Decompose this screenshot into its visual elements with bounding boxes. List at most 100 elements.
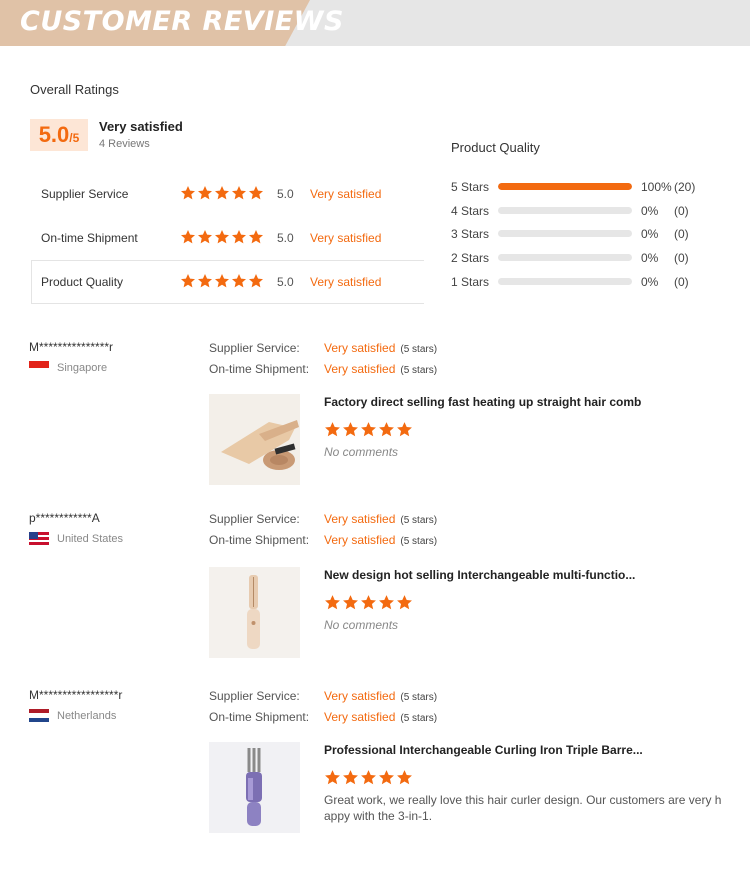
rating-row-supplier-service[interactable]: Supplier Service 5.0 Very satisfied <box>31 172 424 216</box>
reviewer-country-name: Singapore <box>57 361 108 374</box>
overall-score-badge: 5.0 /5 <box>30 119 88 151</box>
shipment-stars: (5 stars) <box>400 536 438 547</box>
supplier-service-rating: Supplier Service: Very satisfied (5 stars) <box>209 341 437 355</box>
star-icon <box>181 230 195 244</box>
star-distribution-row[interactable]: 1 Stars 0% (0) <box>451 272 731 296</box>
review-comment: No comments <box>324 618 399 632</box>
overall-score-max: /5 <box>69 131 80 145</box>
review-card: M*****************r Netherlands Supplier… <box>0 688 750 858</box>
supplier-service-label: Supplier Service: <box>209 512 300 526</box>
supplier-service-stars: (5 stars) <box>400 692 438 703</box>
netherlands-flag-icon <box>29 709 49 722</box>
star-icon <box>325 422 340 437</box>
rating-row-score: 5.0 <box>277 187 294 201</box>
supplier-service-stars: (5 stars) <box>400 344 438 355</box>
star-icon <box>325 595 340 610</box>
banner-title: CUSTOMER REVIEWS <box>20 6 344 37</box>
star-icon <box>325 770 340 785</box>
rating-row-on-time-shipment[interactable]: On-time Shipment 5.0 Very satisfied <box>31 216 424 260</box>
star-icon <box>343 770 358 785</box>
product-quality-title: Product Quality <box>451 140 540 155</box>
star-icon <box>379 422 394 437</box>
curling-wand-product-image[interactable] <box>209 567 300 658</box>
united-states-flag-icon <box>29 532 49 545</box>
review-product-title[interactable]: Professional Interchangeable Curling Iro… <box>324 743 643 757</box>
rating-row-label: Product Quality <box>41 275 124 289</box>
review-product-title[interactable]: Factory direct selling fast heating up s… <box>324 395 641 409</box>
reviewer-country-name: United States <box>57 532 124 545</box>
reviewer-name: p************A <box>29 511 100 525</box>
shipment-value: Very satisfied <box>324 362 396 376</box>
star-distribution: 5 Stars 100% (20) 4 Stars 0% (0) 3 Stars… <box>451 177 731 295</box>
rating-row-score: 5.0 <box>277 231 294 245</box>
rating-row-product-quality[interactable]: Product Quality 5.0 Very satisfied <box>31 260 424 304</box>
star-distribution-row[interactable]: 4 Stars 0% (0) <box>451 201 731 225</box>
distribution-bar-track <box>498 183 632 190</box>
star-icon <box>232 274 246 288</box>
overall-satisfaction: Very satisfied <box>99 119 183 134</box>
reviews-banner: CUSTOMER REVIEWS <box>0 0 750 46</box>
shipment-label: On-time Shipment: <box>209 710 310 724</box>
shipment-value: Very satisfied <box>324 710 396 724</box>
star-icon <box>343 595 358 610</box>
star-icon <box>361 595 376 610</box>
star-distribution-row[interactable]: 5 Stars 100% (20) <box>451 177 731 201</box>
star-icon <box>198 274 212 288</box>
shipment-rating: On-time Shipment: Very satisfied (5 stars) <box>209 710 437 724</box>
review-card: M***************r Singapore Supplier Ser… <box>0 340 750 510</box>
supplier-service-stars: (5 stars) <box>400 515 438 526</box>
star-icon <box>249 274 263 288</box>
rating-row-satisfaction: Very satisfied <box>310 231 382 245</box>
star-icon <box>198 230 212 244</box>
star-icon <box>181 186 195 200</box>
star-level-label: 4 Stars <box>451 203 490 218</box>
star-icon <box>215 230 229 244</box>
star-distribution-row[interactable]: 2 Stars 0% (0) <box>451 248 731 272</box>
star-icon <box>181 274 195 288</box>
hair-comb-product-image[interactable] <box>209 394 300 485</box>
reviews-count[interactable]: 4 Reviews <box>99 138 150 150</box>
star-icon <box>232 186 246 200</box>
rating-stars <box>180 185 264 201</box>
star-icon <box>397 595 412 610</box>
star-distribution-row[interactable]: 3 Stars 0% (0) <box>451 224 731 248</box>
rating-stars <box>180 229 264 245</box>
rating-row-satisfaction: Very satisfied <box>310 187 382 201</box>
supplier-service-value: Very satisfied <box>324 512 396 526</box>
rating-row-label: Supplier Service <box>41 187 129 201</box>
supplier-service-value: Very satisfied <box>324 689 396 703</box>
rating-stars <box>180 273 264 289</box>
star-level-count: (0) <box>674 227 689 242</box>
shipment-rating: On-time Shipment: Very satisfied (5 stars) <box>209 533 437 547</box>
star-level-count: (20) <box>674 180 696 194</box>
star-level-count: (0) <box>674 251 689 266</box>
star-level-percent: 0% <box>641 203 659 218</box>
singapore-flag-icon <box>29 361 49 374</box>
distribution-bar-track <box>498 206 632 214</box>
star-icon <box>249 230 263 244</box>
star-icon <box>379 595 394 610</box>
star-icon <box>198 186 212 200</box>
triple-barrel-curler-product-image[interactable] <box>209 742 300 833</box>
review-product-title[interactable]: New design hot selling Interchangeable m… <box>324 568 635 582</box>
star-level-percent: 0% <box>641 274 659 289</box>
supplier-service-rating: Supplier Service: Very satisfied (5 stars) <box>209 689 437 703</box>
star-level-label: 5 Stars <box>451 180 490 194</box>
star-level-percent: 0% <box>641 227 659 242</box>
star-icon <box>249 186 263 200</box>
review-comment: No comments <box>324 445 399 459</box>
star-icon <box>361 422 376 437</box>
shipment-label: On-time Shipment: <box>209 362 310 376</box>
reviewer-country: United States <box>29 532 123 545</box>
star-level-label: 2 Stars <box>451 251 490 266</box>
star-icon <box>361 770 376 785</box>
shipment-stars: (5 stars) <box>400 713 438 724</box>
reviewer-country-name: Netherlands <box>57 709 117 722</box>
distribution-bar-track <box>498 230 632 238</box>
review-stars <box>324 421 413 438</box>
curling-wand-illustration <box>209 567 300 658</box>
rating-row-label: On-time Shipment <box>41 231 138 245</box>
star-icon <box>397 770 412 785</box>
star-level-label: 3 Stars <box>451 227 490 242</box>
overall-score: 5.0 <box>38 122 70 147</box>
